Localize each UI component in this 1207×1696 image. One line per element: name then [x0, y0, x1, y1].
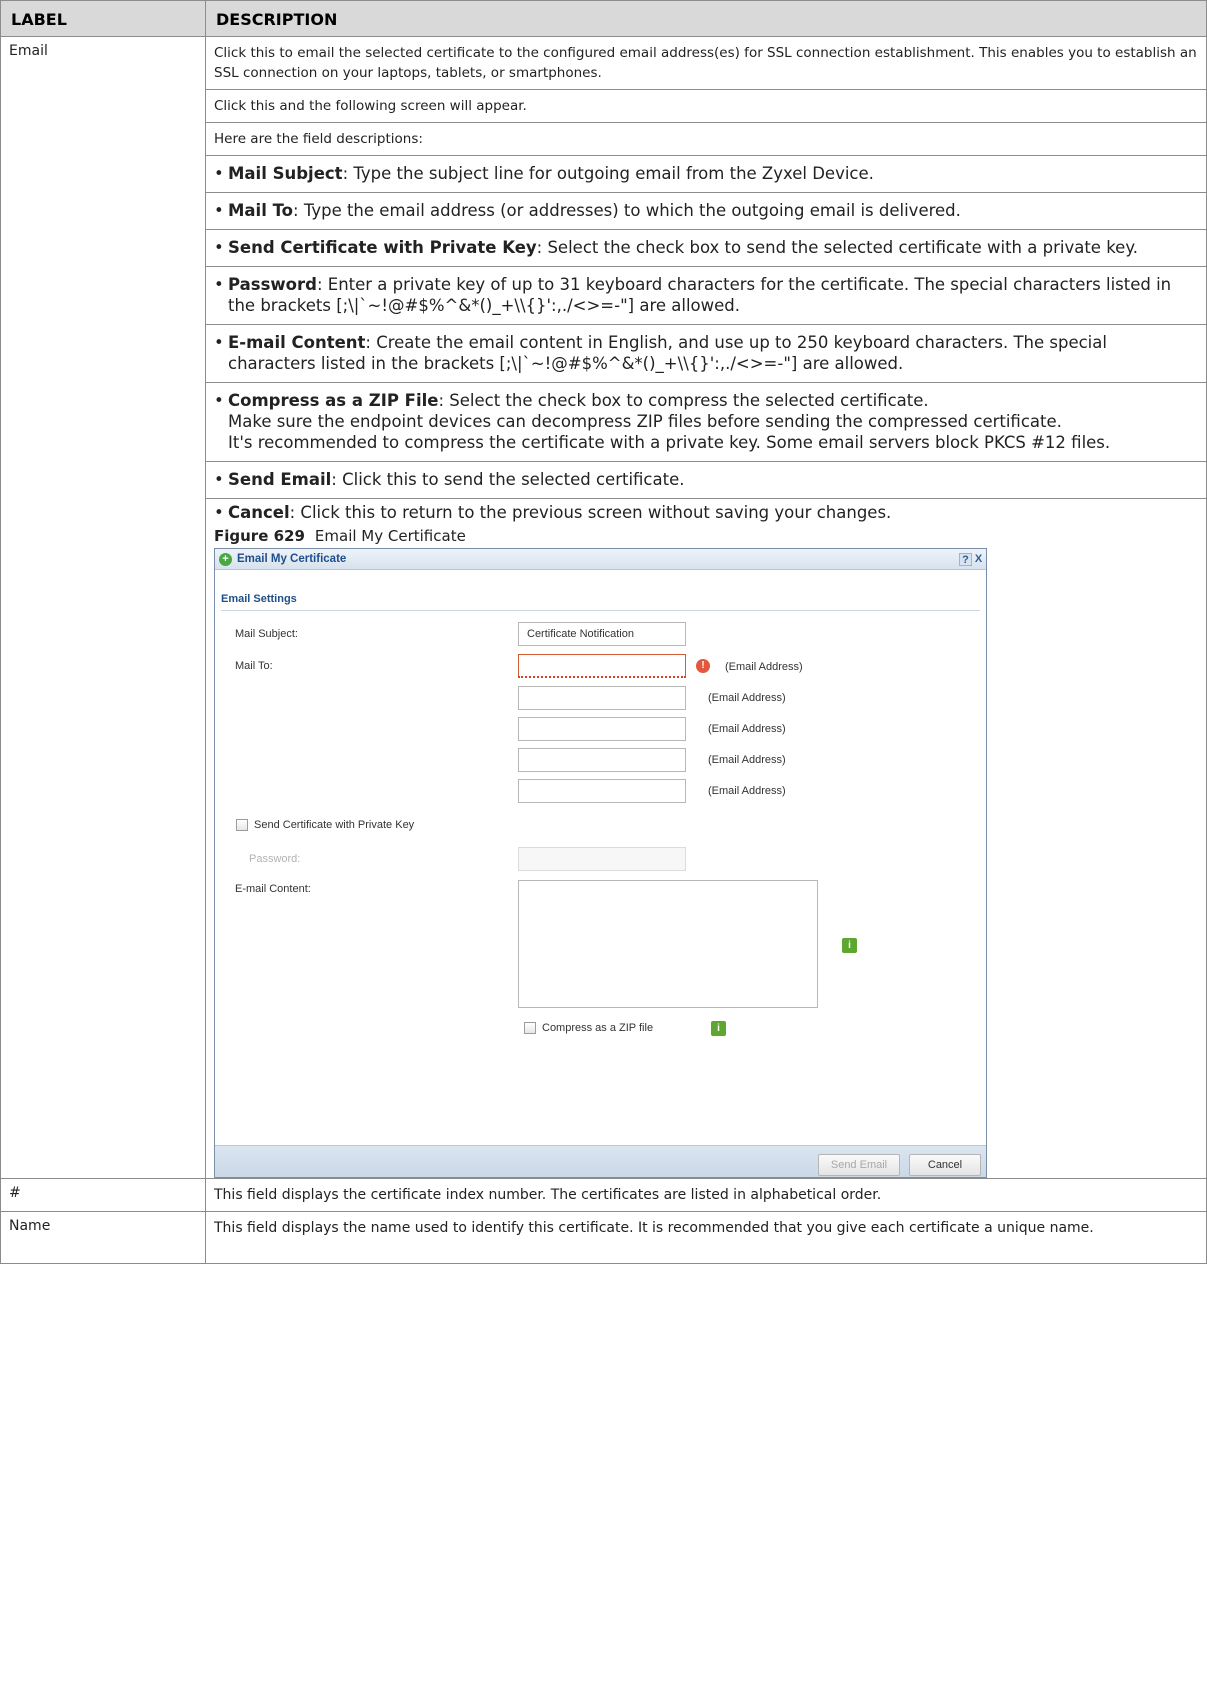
compress-zip-checkbox[interactable]: [524, 1022, 536, 1034]
mail-to-input-2[interactable]: [518, 686, 686, 710]
row-label: Email: [0, 36, 206, 1179]
description-paragraph: Click this and the following screen will…: [206, 90, 1206, 123]
section-title: Email Settings: [221, 593, 297, 605]
email-address-hint: (Email Address): [708, 723, 786, 735]
password-input[interactable]: [518, 847, 686, 871]
figure: • Cancel: Click this to return to the pre…: [206, 499, 1206, 1178]
bullet-text: : Select the check box to send the selec…: [536, 238, 1138, 257]
bullet-text: : Click this to send the selected certif…: [331, 470, 685, 489]
table-row: Email Click this to email the selected c…: [0, 36, 1207, 1179]
header-row: LABEL DESCRIPTION: [0, 0, 1207, 37]
figure-caption: Figure 629 Email My Certificate: [214, 526, 1198, 546]
section-divider: [221, 610, 980, 611]
dialog-footer: Send Email Cancel: [215, 1145, 986, 1177]
bullet-item: • E-mail Content: Create the email conten…: [206, 325, 1206, 383]
mail-to-input-3[interactable]: [518, 717, 686, 741]
description-table: LABEL DESCRIPTION Email Click this to em…: [0, 0, 1207, 1264]
cancel-button[interactable]: Cancel: [909, 1154, 981, 1176]
bullet-term: Send Email: [228, 470, 332, 489]
bullet-text: : Click this to return to the previous s…: [289, 503, 892, 522]
send-certificate-label: Send Certificate with Private Key: [254, 819, 415, 831]
bullet-note: It's recommended to compress the certifi…: [228, 433, 1111, 452]
email-content-textarea[interactable]: [518, 880, 818, 1008]
description-paragraph: Click this to email the selected certifi…: [206, 37, 1206, 90]
bullet-term: Cancel: [228, 503, 290, 522]
mail-to-input-5[interactable]: [518, 779, 686, 803]
bullet-item: • Mail To: Type the email address (or add…: [206, 193, 1206, 230]
description-header: DESCRIPTION: [205, 0, 1207, 37]
label-header: LABEL: [0, 0, 206, 37]
table-row: # This field displays the certificate in…: [0, 1178, 1207, 1212]
bullet-item: • Mail Subject: Type the subject line for…: [206, 156, 1206, 193]
dialog-title-bar: + Email My Certificate: [215, 549, 986, 570]
row-label: Name: [0, 1211, 206, 1264]
email-address-hint: (Email Address): [708, 692, 786, 704]
mail-to-label: Mail To:: [235, 660, 273, 672]
help-icon[interactable]: ?: [959, 553, 972, 566]
add-icon: +: [219, 552, 232, 566]
row-description: This field displays the name used to ide…: [205, 1211, 1207, 1264]
mail-to-input-4[interactable]: [518, 748, 686, 772]
mail-subject-label: Mail Subject:: [235, 628, 298, 640]
figure-number: Figure 629: [214, 527, 305, 545]
mail-subject-input[interactable]: Certificate Notification: [518, 622, 686, 646]
email-my-certificate-dialog: + Email My Certificate ? X Email Setting…: [214, 548, 987, 1178]
send-email-button[interactable]: Send Email: [818, 1154, 900, 1176]
dialog-title: Email My Certificate: [237, 553, 347, 565]
bullet-text: : Type the email address (or addresses) …: [293, 201, 961, 220]
email-address-hint: (Email Address): [725, 661, 803, 673]
bullet-term: Send Certificate with Private Key: [228, 238, 537, 257]
bullet-term: E-mail Content: [228, 333, 366, 352]
send-certificate-checkbox[interactable]: [236, 819, 248, 831]
bullet-item: • Cancel: Click this to return to the pre…: [214, 503, 892, 522]
bullet-note: Make sure the endpoint devices can decom…: [228, 412, 1062, 431]
bullet-term: Mail Subject: [228, 164, 343, 183]
bullet-text: : Type the subject line for outgoing ema…: [342, 164, 874, 183]
row-description: Click this to email the selected certifi…: [205, 36, 1207, 1179]
email-address-hint: (Email Address): [708, 754, 786, 766]
mail-to-input-1[interactable]: [518, 654, 686, 678]
figure-title: Email My Certificate: [314, 527, 466, 545]
bullet-item: • Send Certificate with Private Key: Sele…: [206, 230, 1206, 267]
email-address-hint: (Email Address): [708, 785, 786, 797]
content-label: E-mail Content:: [235, 883, 311, 895]
description-paragraph: Here are the field descriptions:: [206, 123, 1206, 156]
table-row: Name This field displays the name used t…: [0, 1211, 1207, 1264]
error-icon: !: [696, 659, 710, 673]
info-icon[interactable]: i: [842, 938, 857, 953]
bullet-text: : Select the check box to compress the s…: [438, 391, 929, 410]
info-icon[interactable]: i: [711, 1021, 726, 1036]
bullet-term: Compress as a ZIP File: [228, 391, 439, 410]
bullet-item: • Compress as a ZIP File: Select the chec…: [206, 383, 1206, 462]
password-label: Password:: [249, 853, 301, 865]
bullet-text: : Enter a private key of up to 31 keyboa…: [228, 275, 1172, 315]
row-label: #: [0, 1178, 206, 1212]
bullet-term: Password: [228, 275, 317, 294]
bullet-item: • Password: Enter a private key of up to …: [206, 267, 1206, 325]
row-description: This field displays the certificate inde…: [205, 1178, 1207, 1212]
bullet-item: • Send Email: Click this to send the sele…: [206, 462, 1206, 499]
compress-zip-label: Compress as a ZIP file: [542, 1022, 654, 1034]
close-icon[interactable]: X: [972, 553, 985, 566]
bullet-term: Mail To: [228, 201, 294, 220]
